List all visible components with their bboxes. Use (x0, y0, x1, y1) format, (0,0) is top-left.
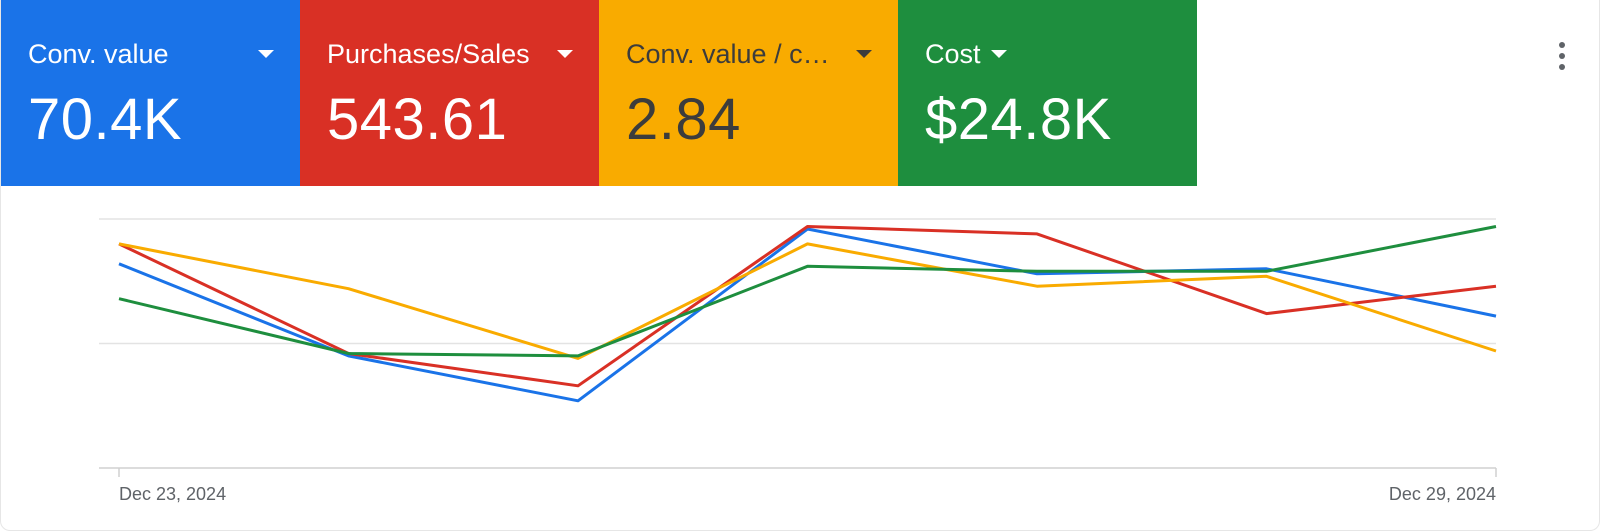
metric-label: Purchases/Sales (327, 38, 530, 69)
dropdown-caret-icon[interactable] (990, 50, 1007, 58)
metric-value: 2.84 (626, 87, 741, 152)
metric-tile-purchases-sales[interactable]: Purchases/Sales 543.61 (300, 0, 599, 186)
series-line-conv-value (118, 227, 1497, 403)
metric-label: Conv. value (28, 38, 169, 69)
metric-value: 543.61 (327, 87, 508, 152)
dropdown-caret-icon[interactable] (557, 50, 573, 58)
dropdown-caret-icon[interactable] (856, 50, 872, 58)
metric-value: $24.8K (925, 87, 1112, 152)
series-line-purchases-sales (118, 225, 1497, 388)
performance-chart-card: Conv. value 70.4K Purchases/Sales 543.61… (0, 0, 1600, 531)
x-tick-label-start: Dec 23, 2024 (119, 484, 226, 504)
metric-value: 70.4K (28, 87, 183, 152)
x-tick-label-end: Dec 29, 2024 (1389, 484, 1496, 504)
more-vert-icon[interactable] (1545, 36, 1579, 76)
more-dot (1559, 53, 1565, 59)
line-chart: Dec 23, 2024 Dec 29, 2024 (99, 218, 1497, 504)
metric-tile-cost[interactable]: Cost $24.8K (898, 0, 1197, 186)
grid-layer (99, 218, 1497, 477)
more-dot (1559, 42, 1565, 48)
metric-tiles: Conv. value 70.4K Purchases/Sales 543.61… (1, 0, 1197, 186)
metric-tile-conv-value[interactable]: Conv. value 70.4K (1, 0, 300, 186)
series-line-cost (118, 225, 1497, 358)
dropdown-caret-icon[interactable] (258, 50, 274, 58)
metric-label: Cost (925, 38, 981, 69)
more-dot (1559, 64, 1565, 70)
metric-label: Conv. value / c… (626, 38, 830, 69)
metric-tile-conv-value-per-cost[interactable]: Conv. value / c… 2.84 (599, 0, 898, 186)
series-layer (118, 225, 1497, 403)
